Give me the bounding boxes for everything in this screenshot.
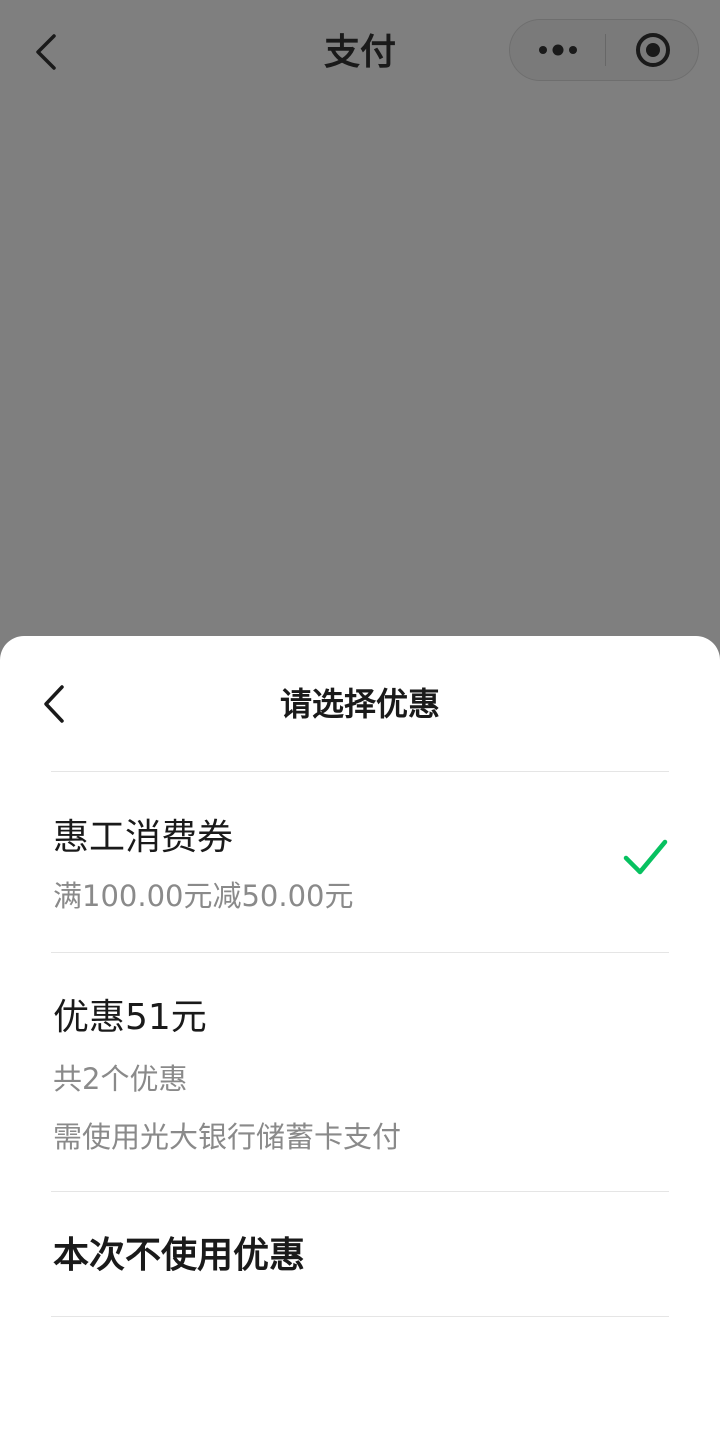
more-button[interactable]: [510, 20, 605, 80]
sheet-header: 请选择优惠: [0, 636, 720, 771]
option-title: 优惠51元: [53, 997, 207, 1038]
option-title: 惠工消费券: [53, 817, 234, 858]
option-title: 本次不使用优惠: [53, 1235, 306, 1276]
check-icon: [623, 839, 668, 875]
more-dots-icon: [538, 44, 577, 56]
top-navbar: 支付: [0, 0, 720, 104]
discount-selection-sheet: 请选择优惠 惠工消费券 满100.00元减50.00元 优惠51元 共2个优惠 …: [0, 636, 720, 1452]
divider: [51, 1316, 669, 1317]
close-mini-program-button[interactable]: [606, 20, 700, 80]
discount-option-combo[interactable]: 优惠51元 共2个优惠 需使用光大银行储蓄卡支付: [51, 953, 669, 1191]
discount-option-coupon[interactable]: 惠工消费券 满100.00元减50.00元: [51, 772, 669, 952]
option-detail: 共2个优惠: [53, 1062, 188, 1096]
option-condition: 满100.00元减50.00元: [53, 879, 354, 913]
sheet-title: 请选择优惠: [279, 685, 440, 723]
mini-program-capsule: [509, 19, 699, 81]
discount-option-none[interactable]: 本次不使用优惠: [51, 1192, 669, 1316]
record-circle-icon: [636, 33, 670, 67]
option-requirement: 需使用光大银行储蓄卡支付: [53, 1120, 402, 1154]
